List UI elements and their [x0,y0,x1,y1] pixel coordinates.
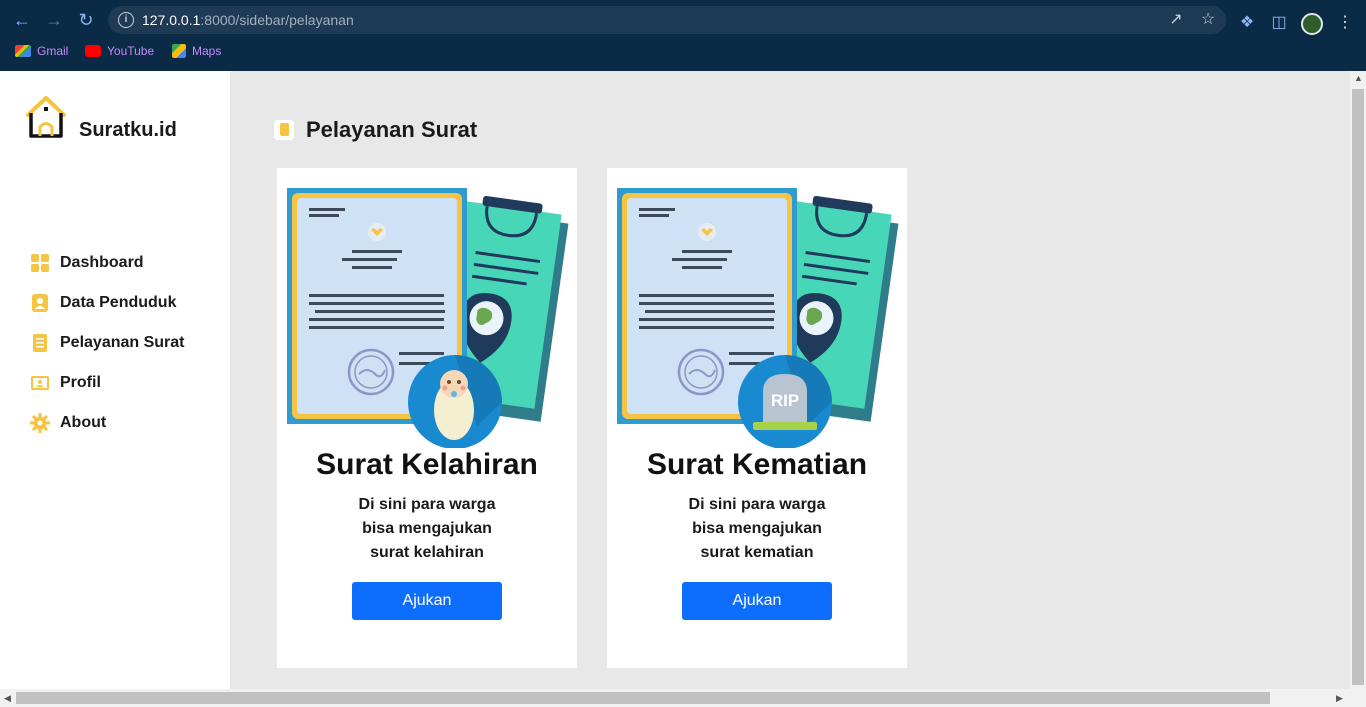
gear-icon [30,413,50,433]
nav-row: ← → ↻ i 127.0.0.1:8000/sidebar/pelayanan… [0,4,1366,36]
bookmark-label: Gmail [37,44,69,58]
scroll-left-icon[interactable]: ◀ [4,693,11,704]
sidepanel-icon[interactable]: ◫ [1268,12,1290,34]
main-content: Pelayanan Surat Surat Kelahiran Di sini … [230,71,1350,689]
horizontal-scrollbar[interactable]: ◀ ▶ [0,689,1366,707]
sidebar-item-pelayanan-surat[interactable]: Pelayanan Surat [30,323,185,363]
sidebar-item-label: Profil [60,374,101,391]
card-desc-line: Di sini para warga [358,496,496,513]
scroll-right-icon[interactable]: ▶ [1336,693,1343,704]
star-icon[interactable]: ☆ [1198,10,1218,30]
card-surat-kelahiran: Surat Kelahiran Di sini para warga bisa … [277,168,577,668]
browser-toolbar: ← → ↻ i 127.0.0.1:8000/sidebar/pelayanan… [0,0,1366,71]
card-desc-line: bisa mengajukan [362,520,492,537]
sidebar-item-data-penduduk[interactable]: Data Penduduk [30,283,185,323]
bookmarks-bar: Gmail YouTube Maps [0,40,1366,64]
url-text[interactable]: 127.0.0.1:8000/sidebar/pelayanan [142,12,354,28]
bookmark-youtube[interactable]: YouTube [85,44,154,58]
sidebar-item-dashboard[interactable]: Dashboard [30,243,185,283]
grid-icon [31,254,49,272]
document-icon [33,334,47,352]
sidebar-menu: Dashboard Data Penduduk Pelayanan Surat … [30,243,185,443]
ajukan-button[interactable]: Ajukan [682,582,832,620]
kebab-menu-icon[interactable]: ⋮ [1334,12,1356,34]
profile-card-icon [31,376,49,390]
vertical-scroll-thumb[interactable] [1352,89,1364,685]
address-bar[interactable]: i 127.0.0.1:8000/sidebar/pelayanan ↗ ☆ [108,6,1226,34]
rip-text: RIP [771,391,799,410]
ajukan-button[interactable]: Ajukan [352,582,502,620]
bookmark-maps[interactable]: Maps [172,44,221,58]
sidebar-item-label: Pelayanan Surat [60,334,185,351]
brand-name: Suratku.id [79,119,177,141]
sidebar-item-label: Data Penduduk [60,294,177,311]
document-icon [274,120,294,140]
vertical-scrollbar[interactable]: ▲ [1350,71,1366,689]
url-path: :8000/sidebar/pelayanan [200,12,354,28]
house-logo-icon [26,96,66,138]
forward-arrow-icon[interactable]: → [42,8,66,32]
profile-avatar[interactable] [1301,13,1323,35]
sidebar-item-label: About [60,414,107,431]
certificate-illustration: RIP [617,188,899,448]
back-arrow-icon[interactable]: ← [10,8,34,32]
card-desc-line: bisa mengajukan [692,520,822,537]
sidebar-item-about[interactable]: About [30,403,185,443]
reload-icon[interactable]: ↻ [74,8,98,32]
card-description: Di sini para warga bisa mengajukan surat… [667,493,847,565]
card-surat-kematian: RIP Surat Kematian Di sini para warga bi… [607,168,907,668]
card-desc-line: Di sini para warga [688,496,826,513]
gmail-icon [15,45,31,57]
person-doc-icon [32,294,48,312]
horizontal-scroll-thumb[interactable] [16,692,1270,704]
sidebar-item-label: Dashboard [60,254,144,271]
page-header: Pelayanan Surat [274,117,477,143]
card-desc-line: surat kematian [700,544,814,561]
youtube-icon [85,45,101,57]
sidebar: Suratku.id Dashboard Data Penduduk Pelay… [0,71,230,689]
certificate-illustration [287,188,569,448]
share-icon[interactable]: ↗ [1166,10,1186,30]
bookmark-label: YouTube [107,44,155,58]
extensions-icon[interactable]: ❖ [1236,12,1258,34]
page-title: Pelayanan Surat [306,117,478,142]
sidebar-item-profil[interactable]: Profil [30,363,185,403]
bookmark-gmail[interactable]: Gmail [15,44,68,58]
info-icon[interactable]: i [118,12,134,28]
url-host: 127.0.0.1 [142,12,201,28]
card-title: Surat Kelahiran [316,448,538,481]
maps-icon [172,44,186,58]
card-title: Surat Kematian [646,448,868,481]
card-description: Di sini para warga bisa mengajukan surat… [337,493,517,565]
card-desc-line: surat kelahiran [370,544,484,561]
scroll-up-icon[interactable]: ▲ [1354,73,1363,83]
bookmark-label: Maps [192,44,222,58]
